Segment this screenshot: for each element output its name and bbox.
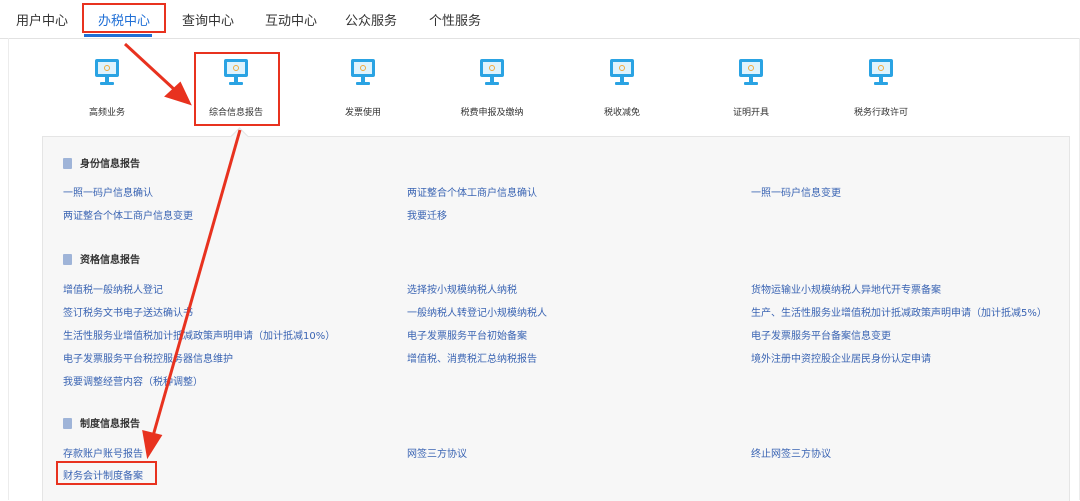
monitor-icon	[739, 59, 763, 85]
service-label: 税收减免	[603, 108, 640, 118]
link-item[interactable]: 我要调整经营内容（税种调整）	[63, 373, 203, 388]
service-high-frequency[interactable]: 高频业务	[62, 58, 152, 118]
monitor-icon	[869, 59, 893, 85]
link-item[interactable]: 电子发票服务平台税控服务器信息维护	[63, 350, 233, 365]
section-title-text: 身份信息报告	[80, 159, 140, 170]
monitor-icon	[610, 59, 634, 85]
link-item[interactable]: 生产、生活性服务业增值税加计抵减政策声明申请（加计抵减5%）	[751, 304, 1047, 319]
link-item[interactable]: 境外注册中资控股企业居民身份认定申请	[751, 350, 931, 365]
link-item[interactable]: 生活性服务业增值税加计抵减政策声明申请（加计抵减10%）	[63, 327, 335, 342]
link-item[interactable]: 存款账户账号报告	[63, 445, 143, 460]
document-icon	[63, 254, 72, 265]
link-item[interactable]: 终止网签三方协议	[751, 445, 831, 460]
monitor-icon	[351, 59, 375, 85]
tab-public-service[interactable]: 公众服务	[345, 10, 397, 29]
section-title-qualification: 资格信息报告	[63, 251, 140, 266]
link-item[interactable]: 电子发票服务平台初始备案	[407, 327, 527, 342]
active-tab-underline	[84, 34, 152, 37]
service-label: 高频业务	[88, 108, 125, 118]
monitor-icon	[480, 59, 504, 85]
service-label: 税务行政许可	[853, 108, 908, 118]
link-item[interactable]: 我要迁移	[407, 207, 447, 222]
link-item[interactable]: 增值税一般纳税人登记	[63, 281, 163, 296]
service-tax-reduction[interactable]: 税收减免	[577, 58, 667, 118]
link-item[interactable]: 财务会计制度备案	[63, 467, 143, 482]
link-item[interactable]: 货物运输业小规模纳税人异地代开专票备案	[751, 281, 941, 296]
section-title-text: 制度信息报告	[80, 419, 140, 430]
link-item[interactable]: 两证整合个体工商户信息确认	[407, 184, 537, 199]
tab-user-center[interactable]: 用户中心	[16, 10, 68, 29]
service-label: 证明开具	[732, 108, 769, 118]
link-item[interactable]: 一照一码户信息变更	[751, 184, 841, 199]
link-item[interactable]: 网签三方协议	[407, 445, 467, 460]
section-title-text: 资格信息报告	[80, 255, 140, 266]
monitor-icon	[224, 59, 248, 85]
monitor-icon	[95, 59, 119, 85]
link-item[interactable]: 一照一码户信息确认	[63, 184, 153, 199]
service-label: 发票使用	[344, 108, 381, 118]
service-label: 综合信息报告	[208, 108, 263, 118]
service-label: 税费申报及缴纳	[460, 108, 524, 118]
service-invoice-use[interactable]: 发票使用	[318, 58, 408, 118]
link-item[interactable]: 增值税、消费税汇总纳税报告	[407, 350, 537, 365]
document-icon	[63, 418, 72, 429]
submenu-panel: 身份信息报告 一照一码户信息确认 两证整合个体工商户信息确认 一照一码户信息变更…	[42, 127, 1070, 501]
tab-tax-center[interactable]: 办税中心	[98, 10, 150, 29]
link-item[interactable]: 选择按小规模纳税人纳税	[407, 281, 517, 296]
service-comprehensive-info-report[interactable]: 综合信息报告	[191, 58, 281, 118]
link-item[interactable]: 电子发票服务平台备案信息变更	[751, 327, 891, 342]
link-item[interactable]: 一般纳税人转登记小规模纳税人	[407, 304, 547, 319]
section-title-system: 制度信息报告	[63, 415, 140, 430]
tab-query-center[interactable]: 查询中心	[182, 10, 234, 29]
tab-interaction-center[interactable]: 互动中心	[265, 10, 317, 29]
service-tax-declaration-payment[interactable]: 税费申报及缴纳	[447, 58, 537, 118]
service-certificate[interactable]: 证明开具	[706, 58, 796, 118]
service-admin-permit[interactable]: 税务行政许可	[836, 58, 926, 118]
link-item[interactable]: 签订税务文书电子送达确认书	[63, 304, 193, 319]
section-title-identity: 身份信息报告	[63, 155, 140, 170]
tab-personal-service[interactable]: 个性服务	[429, 10, 481, 29]
link-item[interactable]: 两证整合个体工商户信息变更	[63, 207, 193, 222]
top-nav: 用户中心 办税中心 查询中心 互动中心 公众服务 个性服务	[0, 0, 1080, 39]
document-icon	[63, 158, 72, 169]
